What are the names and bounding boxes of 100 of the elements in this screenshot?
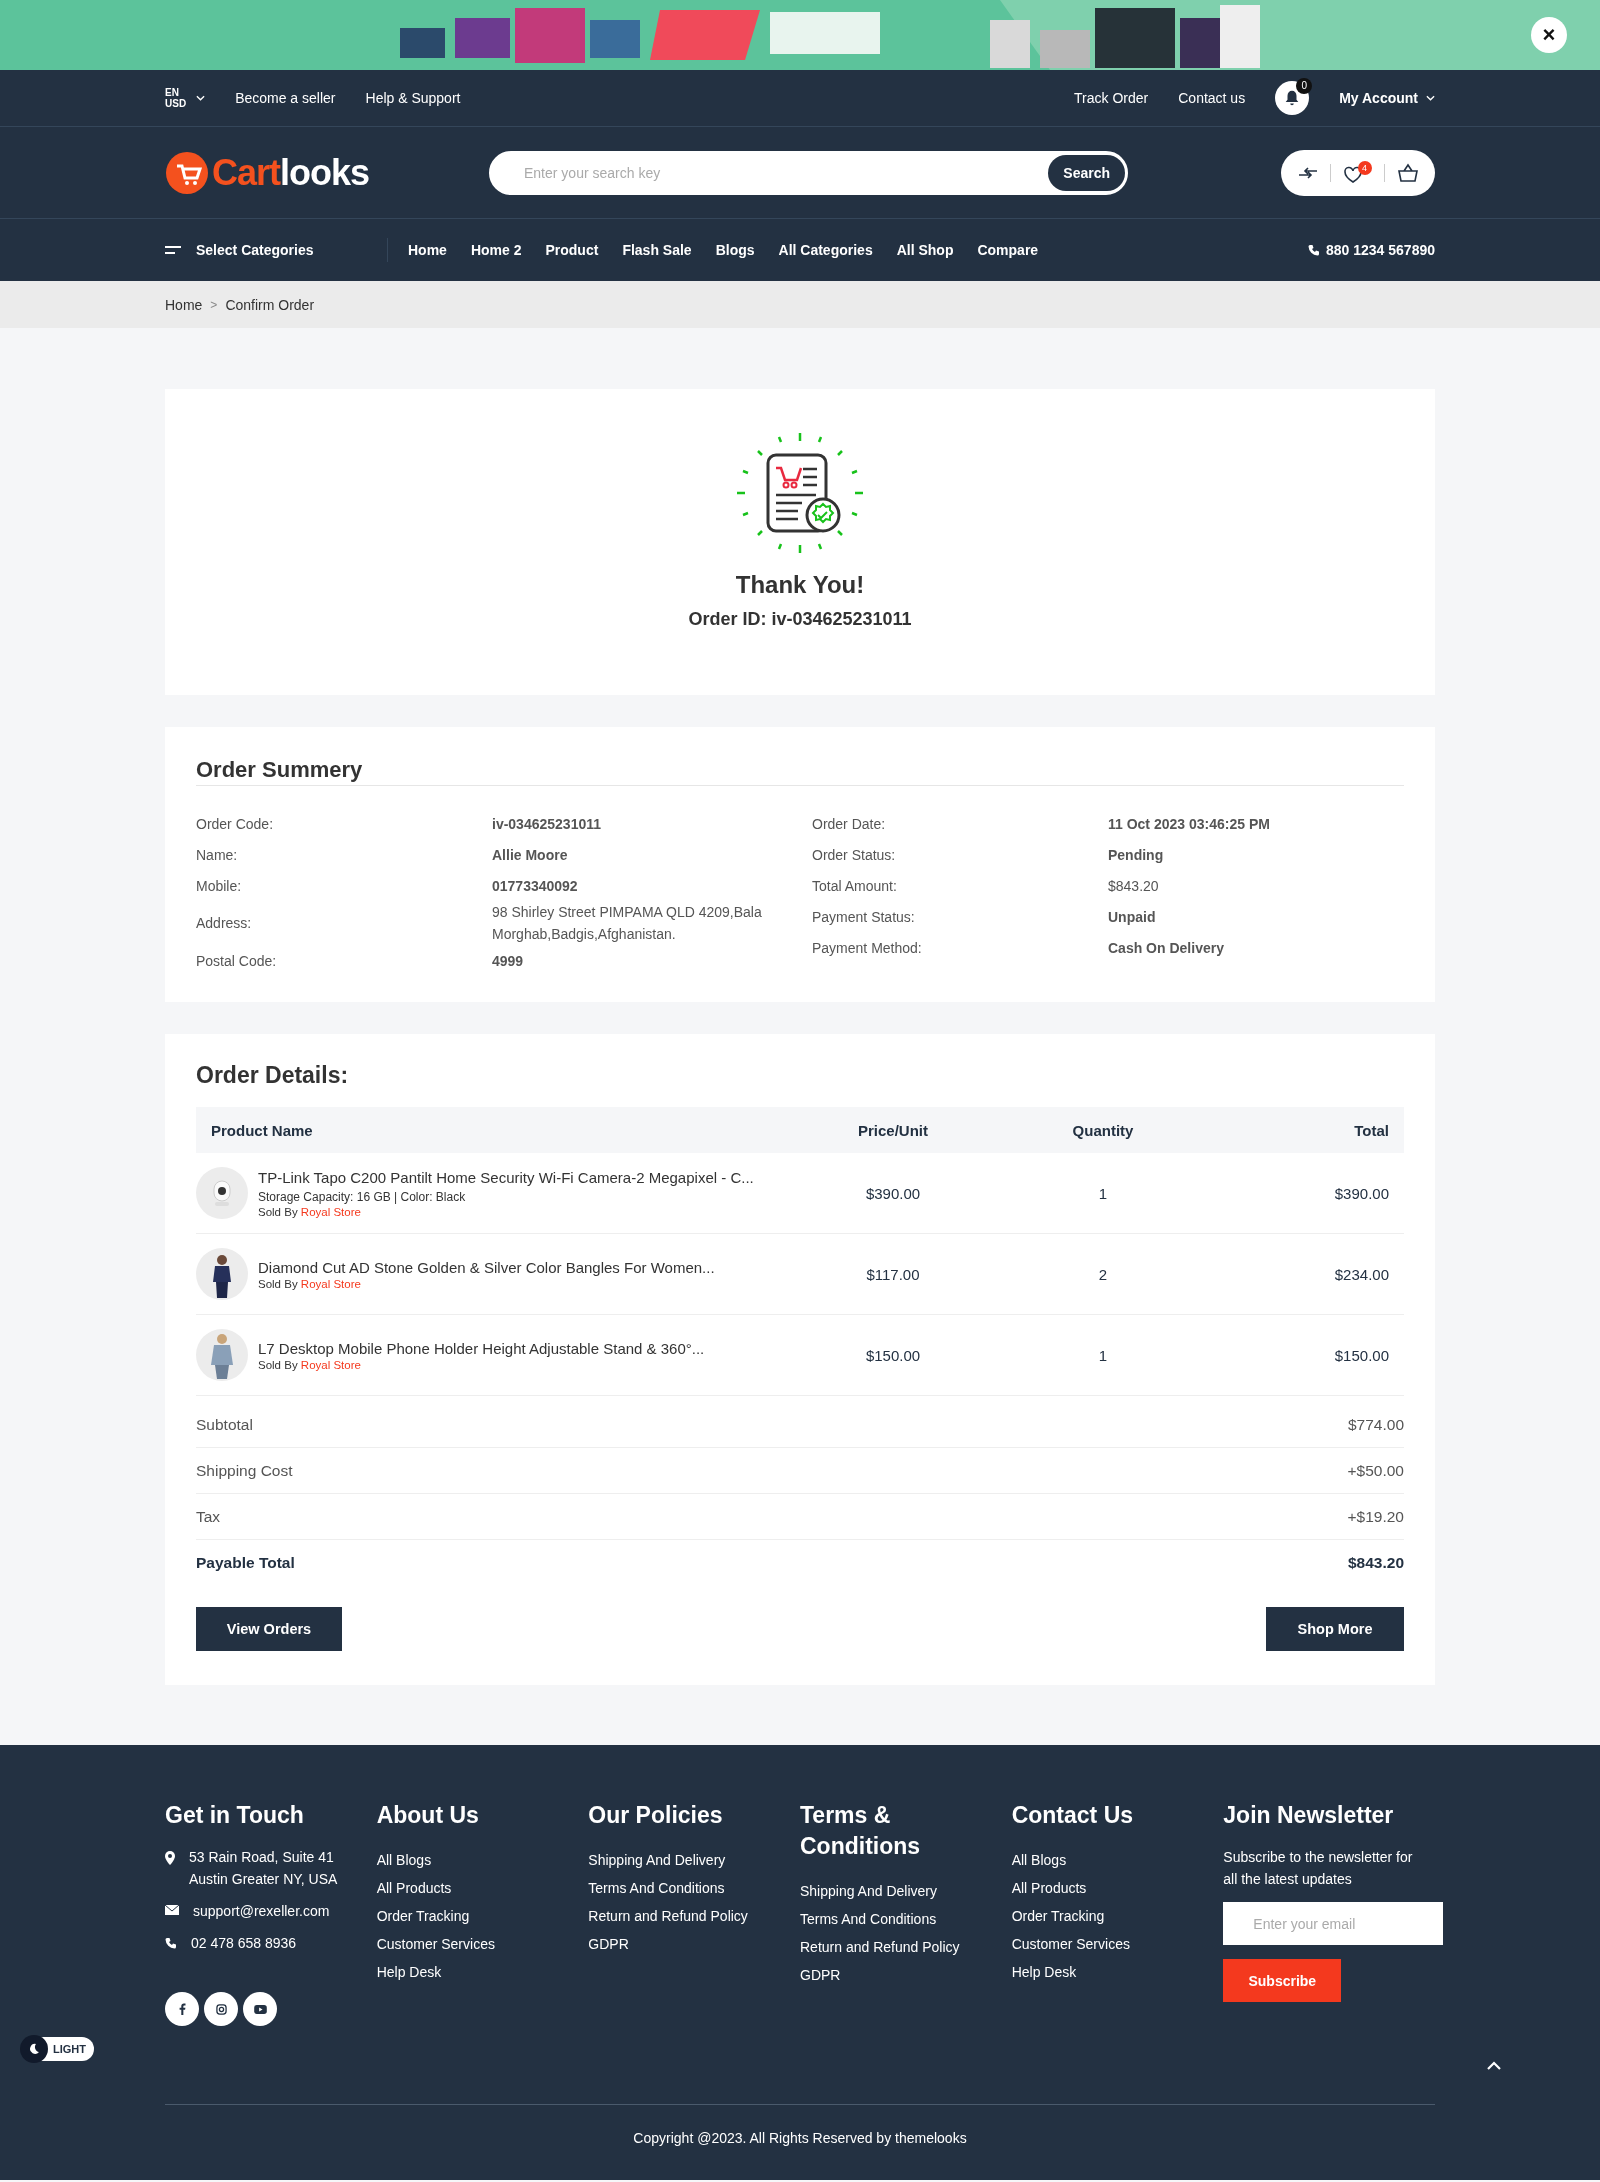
column-header: Product Name	[210, 1121, 314, 1139]
search-field[interactable]: Enter your search key Search	[489, 150, 1128, 195]
breadcrumb-link[interactable]: Confirm Order	[225, 296, 315, 313]
field-label: Postal Code:	[196, 952, 278, 969]
footer-link[interactable]: Return and Refund Policy	[588, 1902, 748, 1930]
field-value: 98 Shirley Street PIMPAMA QLD 4209,Bala Morghab,Badgis,Afghanistan.	[492, 903, 763, 944]
field-label: Mobile:	[196, 877, 243, 894]
footer-link[interactable]: Help Desk	[376, 1958, 442, 1986]
breadcrumb-separator: >	[210, 297, 218, 312]
section-heading: Order Details:	[196, 1062, 350, 1089]
order-confirmed-icon	[735, 431, 865, 555]
basket-icon[interactable]	[1396, 162, 1419, 183]
total-label: Tax	[196, 1507, 221, 1526]
subscribe-button[interactable]: Subscribe	[1223, 1959, 1342, 2002]
nav-link[interactable]: Blogs	[715, 242, 755, 258]
line-total: $390.00	[1333, 1184, 1390, 1202]
product-name[interactable]: L7 Desktop Mobile Phone Holder Height Adjustable Stand & 360°...	[258, 1339, 705, 1357]
categories-menu[interactable]: Select Categories	[165, 238, 388, 262]
shop-more-button[interactable]: Shop More	[1266, 1607, 1404, 1651]
store-link[interactable]: Royal Store	[300, 1358, 361, 1371]
wishlist-button[interactable]: 4	[1342, 161, 1372, 184]
phone-number: 02 478 658 8936	[191, 1934, 297, 1953]
field-label: Payment Status:	[812, 908, 916, 925]
footer-link[interactable]: Customer Services	[376, 1930, 495, 1958]
youtube-button[interactable]	[243, 1992, 277, 2026]
facebook-button[interactable]	[165, 1992, 199, 2026]
phone-icon	[165, 1937, 177, 1949]
footer-heading: Contact Us	[1011, 1801, 1135, 1830]
nav-link[interactable]: All Shop	[896, 242, 954, 258]
account-menu[interactable]: My Account	[1339, 90, 1435, 106]
quantity: 1	[1097, 1346, 1109, 1364]
footer-link[interactable]: GDPR	[800, 1961, 841, 1989]
notification-button[interactable]: 0	[1275, 81, 1310, 115]
footer-link[interactable]: Order Tracking	[1011, 1902, 1105, 1930]
nav-link[interactable]: All Categories	[778, 242, 873, 258]
footer-link[interactable]: Shipping And Delivery	[588, 1846, 726, 1874]
footer-heading: Join Newsletter	[1223, 1801, 1395, 1830]
address-text: 53 Rain Road, Suite 41 Austin Greater NY, USA	[189, 1848, 338, 1889]
nav-link[interactable]: Product	[545, 242, 599, 258]
youtube-icon	[253, 2004, 267, 2014]
column-header: Quantity	[1071, 1121, 1135, 1139]
instagram-button[interactable]	[204, 1992, 238, 2026]
unit-price: $390.00	[864, 1184, 922, 1202]
total-label: Shipping Cost	[196, 1461, 293, 1480]
compare-icon[interactable]	[1297, 165, 1318, 180]
footer-link[interactable]: GDPR	[588, 1930, 629, 1958]
footer-link[interactable]: Order Tracking	[376, 1902, 470, 1930]
view-orders-button[interactable]: View Orders	[196, 1607, 342, 1651]
logo[interactable]: Cartlooks	[165, 150, 489, 195]
store-link[interactable]: Royal Store	[300, 1277, 361, 1290]
notification-count: 0	[1296, 78, 1313, 94]
footer-link[interactable]: Help Desk	[1011, 1958, 1077, 1986]
footer-heading: Get in Touch	[165, 1801, 305, 1830]
total-value: +$50.00	[1347, 1461, 1404, 1480]
product-variant: Storage Capacity: 16 GB | Color: Black	[258, 1189, 467, 1204]
footer-link[interactable]: All Products	[376, 1874, 452, 1902]
total-label: Subtotal	[196, 1415, 253, 1434]
search-button[interactable]: Search	[1048, 154, 1125, 191]
footer-link[interactable]: Customer Services	[1011, 1930, 1130, 1958]
footer-link[interactable]: Return and Refund Policy	[800, 1933, 960, 1961]
heart-icon	[1342, 166, 1363, 184]
product-name[interactable]: TP-Link Tapo C200 Pantilt Home Security Wi-Fi Camera-2 Megapixel - C...	[258, 1168, 754, 1186]
footer-link[interactable]: Terms And Conditions	[588, 1874, 725, 1902]
email-link[interactable]: support@rexeller.com	[193, 1900, 330, 1922]
footer-link[interactable]: Terms And Conditions	[800, 1905, 937, 1933]
sold-by-label: Sold By	[258, 1205, 298, 1218]
product-name[interactable]: Diamond Cut AD Stone Golden & Silver Color Bangles For Women...	[258, 1258, 715, 1276]
topbar-link[interactable]: Track Order	[1074, 90, 1149, 106]
nav-link[interactable]: Compare	[977, 242, 1039, 258]
nav-link[interactable]: Home 2	[470, 242, 522, 258]
nav-link[interactable]: Home	[408, 242, 447, 258]
footer-link[interactable]: All Blogs	[1011, 1846, 1067, 1874]
theme-toggle[interactable]: LIGHT	[22, 2037, 94, 2061]
column-header: Price/Unit	[857, 1121, 929, 1139]
field-label: Order Status:	[812, 846, 897, 863]
field-value: $843.20	[1108, 876, 1160, 896]
footer-link[interactable]: All Products	[1011, 1874, 1087, 1902]
chevron-down-icon	[1426, 95, 1435, 101]
footer-link[interactable]: Shipping And Delivery	[800, 1877, 937, 1905]
topbar-link[interactable]: Contact us	[1178, 90, 1246, 106]
envelope-icon	[165, 1905, 179, 1915]
footer-link[interactable]: All Blogs	[376, 1846, 432, 1874]
topbar-link[interactable]: Help & Support	[365, 90, 461, 106]
field-value: 11 Oct 2023 03:46:25 PM	[1108, 814, 1271, 834]
field-value: 4999	[492, 951, 525, 971]
instagram-icon	[215, 2003, 227, 2015]
moon-icon	[28, 2043, 40, 2055]
topbar-link[interactable]: Become a seller	[235, 90, 336, 106]
quantity: 1	[1097, 1184, 1109, 1202]
back-to-top-icon[interactable]	[1486, 2061, 1502, 2071]
field-value: iv-034625231011	[492, 814, 602, 834]
nav-link[interactable]: Flash Sale	[622, 242, 692, 258]
email-field[interactable]: Enter your email	[1223, 1902, 1444, 1945]
store-link[interactable]: Royal Store	[300, 1205, 361, 1218]
location-pin-icon	[165, 1851, 175, 1865]
language-currency-selector[interactable]: EN USD	[165, 87, 206, 109]
total-value: +$19.20	[1347, 1507, 1404, 1526]
menu-icon	[165, 245, 181, 255]
breadcrumb-link[interactable]: Home	[165, 296, 203, 313]
copyright-text: Copyright @2023. All Rights Reserved by themelooks	[632, 2130, 968, 2146]
